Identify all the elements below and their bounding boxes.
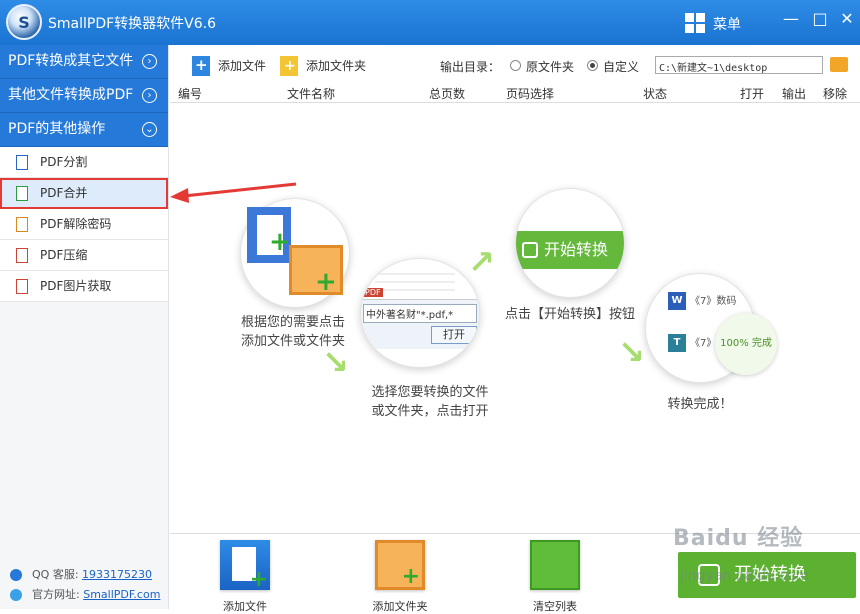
step4-caption: 转换完成！ (667, 397, 733, 412)
section-other-to-pdf[interactable]: 其他文件转换成PDF › (0, 79, 168, 113)
broom-icon (530, 540, 580, 590)
sidebar-item-pdf-image[interactable]: PDF图片获取 (0, 271, 168, 302)
sidebar-item-label: PDF合并 (40, 186, 88, 200)
chevron-right-icon: › (142, 88, 157, 103)
sidebar-item-label: PDF分割 (40, 155, 88, 169)
browse-folder-icon[interactable] (830, 57, 848, 72)
step2-circle: PDF 中外著名财"*.pdf,* 打开 (360, 258, 480, 368)
app-logo: S (6, 4, 42, 40)
qq-support-row: QQ 客服: 1933175230 (10, 565, 160, 585)
step3-circle: 开始转换 (515, 188, 625, 298)
chevron-right-icon: › (142, 54, 157, 69)
output-dir-label: 输出目录： (440, 60, 501, 74)
guide-illustration: + + 根据您的需要点击 添加文件或文件夹 ↘ PDF 中外著名财"*.pdf,… (170, 103, 860, 533)
text-icon: T (668, 334, 686, 352)
menu-grid-icon[interactable] (685, 13, 705, 33)
section-label: PDF转换成其它文件 (8, 53, 134, 69)
col-status: 状态 (643, 87, 668, 101)
qq-number-link[interactable]: 1933175230 (82, 568, 152, 581)
sidebar-item-label: PDF解除密码 (40, 217, 112, 231)
site-label: 官方网址: (32, 588, 80, 601)
col-file-name: 文件名称 (287, 87, 336, 101)
plus-icon: + (315, 267, 337, 297)
radio-circle-icon (587, 60, 598, 71)
minimize-button[interactable]: — (778, 8, 804, 32)
result-row: W 《7》数码 (668, 292, 736, 310)
word-icon: W (668, 292, 686, 310)
add-file-icon (192, 55, 210, 76)
section-pdf-other-ops[interactable]: PDF的其他操作 ⌄ (0, 113, 168, 147)
sidebar: PDF转换成其它文件 › 其他文件转换成PDF › PDF的其他操作 ⌄ PDF… (0, 45, 169, 609)
col-number: 编号 (178, 87, 203, 101)
add-folder-icon: + (375, 540, 425, 590)
sidebar-item-pdf-unlock[interactable]: PDF解除密码 (0, 209, 168, 240)
col-open: 打开 (740, 87, 765, 101)
pdf-split-icon (16, 155, 28, 170)
col-remove: 移除 (823, 87, 848, 101)
sidebar-item-pdf-merge[interactable]: PDF合并 (0, 178, 168, 209)
pdf-compress-icon (16, 248, 28, 263)
percent-complete-badge: 100% 完成 (715, 313, 777, 375)
radio-custom-folder[interactable]: 自定义 (587, 58, 639, 75)
section-label: 其他文件转换成PDF (8, 87, 134, 103)
website-link[interactable]: SmallPDF.com (83, 588, 160, 601)
add-folder-icon (280, 56, 298, 76)
ie-icon (10, 589, 22, 601)
col-output: 输出 (782, 87, 807, 101)
sidebar-item-pdf-split[interactable]: PDF分割 (0, 147, 168, 178)
dialog-file-name: 中外著名财"*.pdf,* (363, 304, 477, 323)
toolbar: 添加文件 添加文件夹 输出目录： 原文件夹 自定义 C:\新建文~1\deskt… (170, 52, 860, 80)
curve-arrow-icon: ↘ (322, 343, 349, 381)
chevron-down-icon: ⌄ (142, 122, 157, 137)
result-row: T 《7》 (668, 334, 716, 352)
app-title: SmallPDF转换器软件V6.6 (48, 16, 216, 32)
website-row: 官方网址: SmallPDF.com (10, 585, 160, 605)
radio-circle-icon (510, 60, 521, 71)
qq-label: 客服: (52, 568, 79, 581)
step3-caption: 点击【开始转换】按钮 (504, 307, 635, 322)
col-total-pages: 总页数 (429, 87, 466, 101)
section-label: PDF的其他操作 (8, 121, 106, 137)
section-pdf-to-other[interactable]: PDF转换成其它文件 › (0, 45, 168, 79)
menu-button[interactable]: 菜单 (713, 14, 741, 34)
watermark: Baidu 经验 (673, 526, 804, 551)
col-page-select: 页码选择 (506, 87, 555, 101)
pdf-merge-icon (16, 186, 28, 201)
file-table-header: 编号 文件名称 总页数 页码选择 状态 打开 输出 移除 (170, 83, 860, 103)
open-dialog: PDF 中外著名财"*.pdf,* 打开 (361, 288, 479, 349)
maximize-button[interactable]: □ (807, 8, 833, 32)
step1-circle: + + (240, 198, 350, 308)
curve-arrow-icon: ↗ (468, 243, 495, 281)
dialog-open-button: 打开 (431, 326, 477, 344)
qq-prefix: QQ (32, 568, 50, 581)
sidebar-item-label: PDF图片获取 (40, 279, 112, 293)
close-button[interactable]: ✕ (834, 8, 860, 32)
title-bar: S SmallPDF转换器软件V6.6 菜单 — □ ✕ (0, 0, 860, 45)
bottom-add-file-button[interactable]: + 添加文件 (200, 540, 290, 614)
qq-icon (10, 569, 22, 581)
step2-caption: 选择您要转换的文件 或文件夹，点击打开 (371, 385, 489, 419)
watermark-url: jingyan.baidu.com (680, 568, 810, 584)
radio-original-folder[interactable]: 原文件夹 (510, 58, 574, 75)
output-path-input[interactable]: C:\新建文~1\desktop (655, 56, 823, 74)
file-list-preview (375, 267, 455, 297)
play-icon (522, 242, 538, 258)
sidebar-item-pdf-compress[interactable]: PDF压缩 (0, 240, 168, 271)
add-folder-button[interactable]: 添加文件夹 (278, 56, 366, 76)
start-convert-preview: 开始转换 (516, 231, 624, 269)
pdf-tag: PDF (363, 288, 383, 297)
bottom-clear-list-button[interactable]: 清空列表 (510, 540, 600, 614)
curve-arrow-icon: ↘ (618, 333, 645, 371)
bottom-add-folder-button[interactable]: + 添加文件夹 (355, 540, 445, 614)
pdf-unlock-icon (16, 217, 28, 232)
sidebar-item-label: PDF压缩 (40, 248, 88, 262)
pdf-image-icon (16, 279, 28, 294)
plus-icon: + (269, 227, 291, 257)
support-info: QQ 客服: 1933175230 官方网址: SmallPDF.com (10, 565, 160, 605)
add-file-icon: + (220, 540, 270, 592)
add-file-button[interactable]: 添加文件 (190, 55, 266, 76)
